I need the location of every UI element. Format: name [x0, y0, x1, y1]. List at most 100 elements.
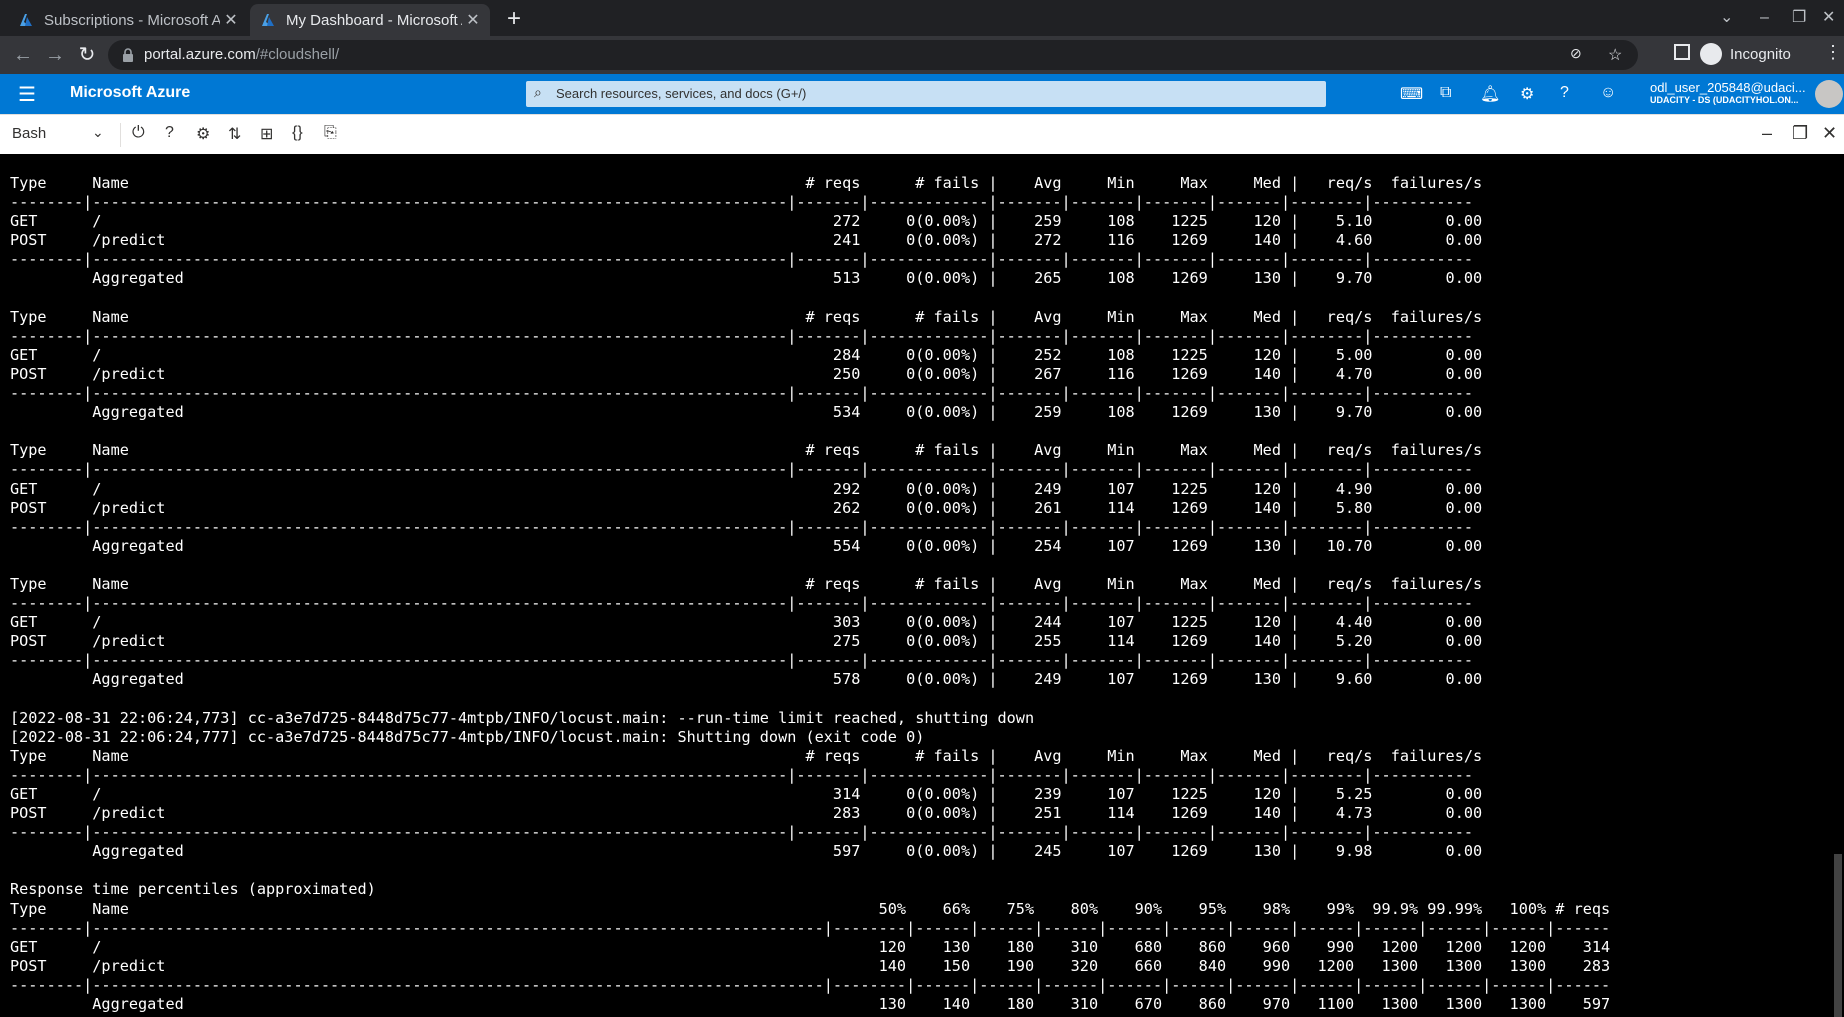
- terminal-line: Type Name # reqs # fails | Avg Min Max M…: [10, 307, 1483, 326]
- terminal-line: [2022-08-31 22:06:24,773] cc-a3e7d725-84…: [10, 708, 1035, 727]
- avatar[interactable]: [1815, 80, 1843, 108]
- terminal-line: Response time percentiles (approximated): [10, 880, 376, 899]
- editor-braces-icon[interactable]: {}: [292, 124, 303, 142]
- back-arrow-icon[interactable]: ←: [10, 42, 36, 68]
- terminal[interactable]: Type Name # reqs # fails | Avg Min Max M…: [0, 154, 1830, 1017]
- terminal-line: POST /predict 283 0(0.00%) | 251 114 126…: [10, 804, 1483, 823]
- upload-download-icon[interactable]: ⇅: [228, 124, 241, 144]
- terminal-line: --------|-------------------------------…: [10, 765, 1473, 784]
- new-tab-button[interactable]: +: [500, 6, 528, 34]
- web-preview-icon[interactable]: ⎘: [324, 124, 337, 142]
- help-icon[interactable]: ?: [165, 124, 174, 142]
- close-tab-icon[interactable]: ✕: [462, 10, 484, 30]
- user-name: odl_user_205848@udaci...: [1650, 80, 1806, 95]
- terminal-line: --------|-------------------------------…: [10, 651, 1473, 670]
- incognito-indicator[interactable]: Incognito: [1700, 43, 1791, 65]
- azure-brand[interactable]: Microsoft Azure: [70, 84, 190, 102]
- restart-power-icon[interactable]: ⏻: [132, 124, 145, 142]
- terminal-line: --------|-------------------------------…: [10, 918, 1611, 937]
- close-shell-icon[interactable]: ✕: [1822, 123, 1837, 144]
- terminal-line: POST /predict 275 0(0.00%) | 255 114 126…: [10, 632, 1483, 651]
- directory-filter-icon[interactable]: ⧉: [1440, 84, 1451, 102]
- hamburger-menu-icon[interactable]: ☰: [18, 82, 36, 107]
- browser-menu-icon[interactable]: ⋮: [1824, 42, 1842, 63]
- user-directory: UDACITY - DS (UDACITYHOL.ON...: [1650, 95, 1799, 105]
- terminal-line: Type Name 50% 66% 75% 80% 90% 95% 98% 99…: [10, 899, 1611, 918]
- chevron-down-icon[interactable]: ⌄: [92, 124, 104, 141]
- shell-type-select[interactable]: Bash: [12, 125, 46, 142]
- azure-logo-icon: [262, 14, 274, 26]
- open-new-session-icon[interactable]: ⊞: [260, 124, 273, 144]
- tab-title: My Dashboard - Microsoft Azure: [286, 11, 462, 29]
- tracking-eye-off-icon[interactable]: ⊘: [1570, 45, 1582, 62]
- terminal-line: --------|-------------------------------…: [10, 823, 1473, 842]
- azure-portal-header: ☰ Microsoft Azure ⌕ Search resources, se…: [0, 74, 1844, 114]
- terminal-line: Aggregated 130 140 180 310 670 860 970 1…: [10, 995, 1611, 1014]
- terminal-line: GET / 292 0(0.00%) | 249 107 1225 120 | …: [10, 479, 1483, 498]
- terminal-line: Type Name # reqs # fails | Avg Min Max M…: [10, 746, 1483, 765]
- minimize-window-icon[interactable]: –: [1760, 6, 1769, 30]
- terminal-line: Type Name # reqs # fails | Avg Min Max M…: [10, 441, 1483, 460]
- settings-gear-icon[interactable]: ⚙: [196, 124, 210, 144]
- terminal-line: POST /predict 140 150 190 320 660 840 99…: [10, 956, 1611, 975]
- terminal-line: GET / 303 0(0.00%) | 244 107 1225 120 | …: [10, 613, 1483, 632]
- cloud-shell-icon[interactable]: ⌨: [1400, 84, 1423, 104]
- settings-gear-icon[interactable]: ⚙: [1520, 84, 1534, 104]
- terminal-line: --------|-------------------------------…: [10, 326, 1473, 345]
- terminal-line: --------|-------------------------------…: [10, 250, 1473, 269]
- side-panel-icon[interactable]: [1674, 44, 1690, 60]
- scrollbar-thumb[interactable]: [1834, 854, 1842, 1017]
- tab-search-chevron-icon[interactable]: ⌄: [1720, 6, 1733, 30]
- forward-arrow-icon[interactable]: →: [42, 42, 68, 68]
- cloud-shell-toolbar: Bash ⌄ ⏻ ? ⚙ ⇅ ⊞ {} ⎘ – ❐ ✕: [0, 114, 1844, 154]
- tab-title: Subscriptions - Microsoft Azure: [44, 11, 220, 29]
- terminal-line: --------|-------------------------------…: [10, 594, 1473, 613]
- lock-icon: [123, 48, 133, 62]
- toolbar-divider: [120, 123, 121, 147]
- close-window-icon[interactable]: ✕: [1822, 6, 1835, 30]
- notifications-bell-icon[interactable]: 🔔︎: [1480, 84, 1500, 104]
- terminal-line: Type Name # reqs # fails | Avg Min Max M…: [10, 174, 1483, 192]
- terminal-line: GET / 120 130 180 310 680 860 960 990 12…: [10, 937, 1611, 956]
- close-tab-icon[interactable]: ✕: [220, 10, 242, 30]
- terminal-line: POST /predict 250 0(0.00%) | 267 116 126…: [10, 364, 1483, 383]
- terminal-line: GET / 314 0(0.00%) | 239 107 1225 120 | …: [10, 785, 1483, 803]
- search-placeholder: Search resources, services, and docs (G+…: [556, 86, 807, 101]
- browser-tab-subscriptions[interactable]: Subscriptions - Microsoft Azure ✕: [8, 4, 248, 36]
- terminal-line: POST /predict 262 0(0.00%) | 261 114 126…: [10, 498, 1483, 517]
- minimize-shell-icon[interactable]: –: [1762, 123, 1772, 144]
- reload-icon[interactable]: ↻: [74, 42, 100, 68]
- url-path: /#cloudshell/: [255, 46, 340, 63]
- terminal-line: --------|-------------------------------…: [10, 975, 1611, 994]
- url-text: portal.azure.com/#cloudshell/: [144, 46, 339, 63]
- maximize-window-icon[interactable]: ❐: [1792, 6, 1806, 30]
- terminal-line: GET / 272 0(0.00%) | 259 108 1225 120 | …: [10, 212, 1483, 231]
- azure-search-box[interactable]: ⌕ Search resources, services, and docs (…: [526, 81, 1326, 107]
- feedback-icon[interactable]: ☺: [1600, 84, 1616, 102]
- help-icon[interactable]: ?: [1560, 84, 1569, 102]
- terminal-line: Type Name # reqs # fails | Avg Min Max M…: [10, 574, 1483, 593]
- browser-toolbar: ← → ↻ portal.azure.com/#cloudshell/ ☆ ⊘ …: [0, 36, 1844, 74]
- terminal-scrollbar[interactable]: [1832, 154, 1844, 1017]
- terminal-line: POST /predict 241 0(0.00%) | 272 116 126…: [10, 231, 1483, 250]
- account-menu[interactable]: odl_user_205848@udaci... UDACITY - DS (U…: [1650, 80, 1810, 105]
- terminal-output: Type Name # reqs # fails | Avg Min Max M…: [10, 174, 1610, 1014]
- terminal-line: Aggregated 513 0(0.00%) | 265 108 1269 1…: [10, 269, 1483, 288]
- bookmark-star-icon[interactable]: ☆: [1608, 45, 1622, 65]
- browser-tab-dashboard[interactable]: My Dashboard - Microsoft Azure ✕: [250, 4, 490, 36]
- terminal-line: --------|-------------------------------…: [10, 193, 1473, 212]
- terminal-line: GET / 284 0(0.00%) | 252 108 1225 120 | …: [10, 345, 1483, 364]
- search-icon: ⌕: [534, 84, 542, 100]
- restore-shell-icon[interactable]: ❐: [1792, 123, 1808, 144]
- browser-tab-strip: Subscriptions - Microsoft Azure ✕ My Das…: [0, 0, 1844, 36]
- url-host: portal.azure.com: [144, 46, 256, 63]
- terminal-line: --------|-------------------------------…: [10, 384, 1473, 403]
- terminal-line: --------|-------------------------------…: [10, 517, 1473, 536]
- terminal-line: Aggregated 578 0(0.00%) | 249 107 1269 1…: [10, 670, 1483, 689]
- azure-logo-icon: [20, 14, 32, 26]
- incognito-label: Incognito: [1730, 45, 1791, 63]
- terminal-line: Aggregated 597 0(0.00%) | 245 107 1269 1…: [10, 842, 1483, 861]
- terminal-line: Aggregated 554 0(0.00%) | 254 107 1269 1…: [10, 536, 1483, 555]
- address-bar[interactable]: portal.azure.com/#cloudshell/ ☆ ⊘: [108, 40, 1638, 70]
- incognito-icon: [1700, 43, 1722, 65]
